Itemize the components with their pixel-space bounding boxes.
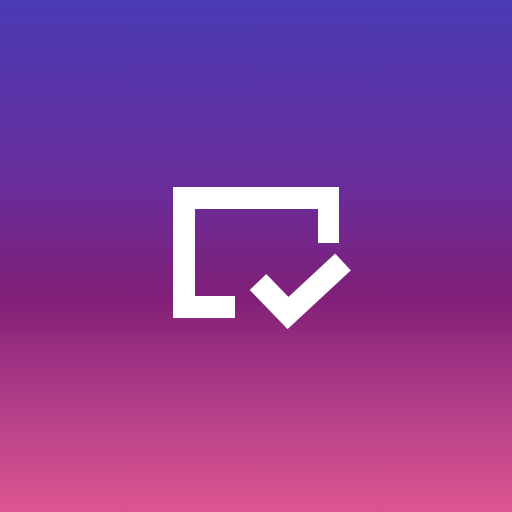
check-mark-shape [249, 253, 351, 330]
app-icon [0, 0, 512, 512]
window-check-icon [173, 187, 351, 330]
